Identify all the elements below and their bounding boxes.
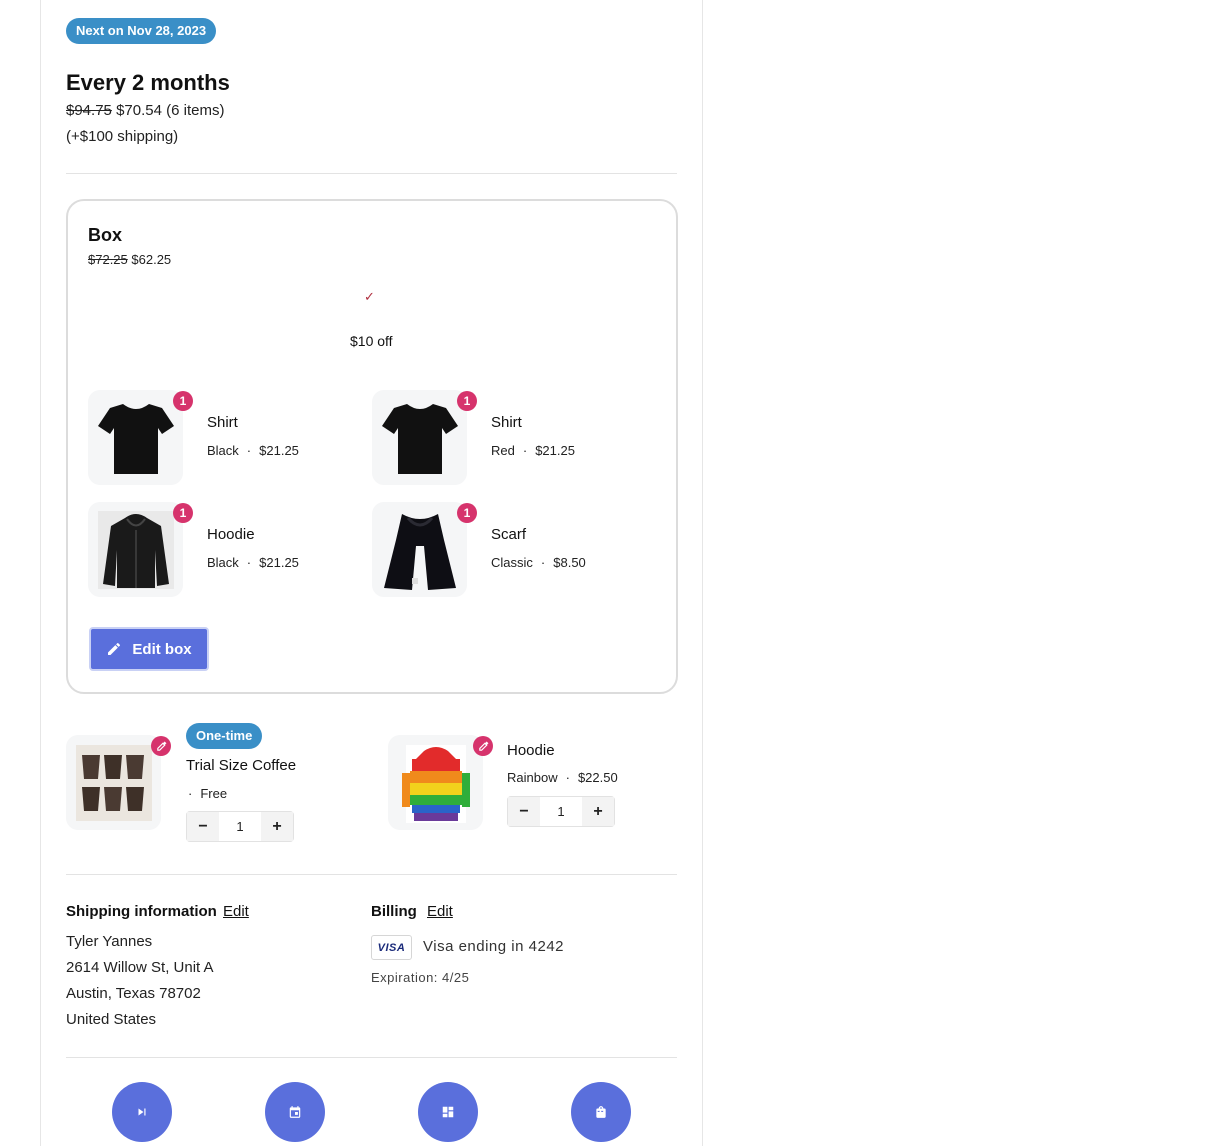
box-title: Box bbox=[88, 225, 123, 245]
address-line: 2614 Willow St, Unit A bbox=[66, 959, 214, 976]
shopping-bag-icon bbox=[596, 1106, 606, 1118]
addon-name: Hoodie bbox=[507, 742, 555, 759]
card-expiration: Expiration: 4/25 bbox=[371, 970, 470, 985]
addon-thumbnail[interactable] bbox=[388, 735, 483, 830]
decrement-button[interactable]: − bbox=[508, 797, 540, 826]
edit-box-button[interactable]: Edit box bbox=[89, 627, 209, 671]
current-price: $70.54 (6 items) bbox=[116, 102, 225, 119]
item-thumbnail[interactable] bbox=[88, 502, 183, 597]
pencil-icon bbox=[108, 642, 121, 655]
tshirt-icon bbox=[381, 403, 458, 474]
check-icon: ✓ bbox=[364, 289, 375, 304]
box-original-price: $72.25 bbox=[88, 252, 128, 267]
next-order-badge: Next on Nov 28, 2023 bbox=[66, 18, 217, 44]
item-name: Scarf bbox=[491, 526, 527, 543]
edit-icon[interactable] bbox=[473, 736, 493, 756]
divider bbox=[66, 173, 677, 174]
coffee-bags-icon bbox=[75, 744, 152, 821]
quantity-value[interactable]: 1 bbox=[540, 797, 582, 826]
shipping-title: Shipping information bbox=[66, 903, 217, 920]
shipping-cost: (+$100 shipping) bbox=[66, 128, 179, 145]
edit-billing-link[interactable]: Edit bbox=[427, 903, 453, 920]
increment-button[interactable]: + bbox=[261, 812, 293, 841]
item-meta: Black · $21.25 bbox=[207, 443, 299, 458]
billing-title: Billing bbox=[371, 903, 417, 920]
visa-card-icon: VISA bbox=[371, 935, 412, 960]
quantity-value[interactable]: 1 bbox=[219, 812, 261, 841]
reschedule-button[interactable] bbox=[265, 1082, 325, 1142]
quantity-badge: 1 bbox=[457, 503, 477, 523]
item-name: Shirt bbox=[491, 414, 522, 431]
item-meta: Red · $21.25 bbox=[491, 443, 575, 458]
item-price: $21.25 bbox=[259, 555, 299, 570]
edit-icon[interactable] bbox=[151, 736, 171, 756]
divider bbox=[66, 1057, 677, 1058]
manage-button[interactable] bbox=[418, 1082, 478, 1142]
addon-price: $22.50 bbox=[577, 770, 618, 785]
subscription-price: $94.75 $70.54 (6 items) bbox=[66, 102, 224, 119]
item-meta: Classic · $8.50 bbox=[491, 555, 586, 570]
address-line: Tyler Yannes bbox=[66, 933, 153, 950]
addon-thumbnail[interactable] bbox=[66, 735, 161, 830]
quantity-badge: 1 bbox=[173, 391, 193, 411]
item-variant: Red bbox=[491, 443, 515, 458]
skip-next-icon bbox=[138, 1108, 146, 1116]
addon-meta: · Free bbox=[188, 786, 228, 801]
one-time-badge: One-time bbox=[186, 723, 263, 749]
address-line: Austin, Texas 78702 bbox=[66, 985, 201, 1002]
box-current-price: $62.25 bbox=[131, 252, 172, 267]
addon-price: Free bbox=[200, 786, 228, 801]
box-price: $72.25 $62.25 bbox=[88, 252, 171, 267]
tshirt-icon bbox=[97, 403, 174, 474]
edit-shipping-link[interactable]: Edit bbox=[223, 903, 249, 920]
divider bbox=[66, 874, 677, 875]
rainbow-jacket-icon bbox=[401, 744, 470, 823]
quantity-stepper: − 1 + bbox=[186, 811, 294, 842]
addon-name: Trial Size Coffee bbox=[186, 757, 297, 774]
addon-meta: Rainbow · $22.50 bbox=[507, 770, 618, 785]
item-thumbnail[interactable] bbox=[372, 502, 467, 597]
addon-variant: Rainbow bbox=[507, 770, 558, 785]
skip-next-button[interactable] bbox=[112, 1082, 172, 1142]
quantity-badge: 1 bbox=[457, 391, 477, 411]
item-thumbnail[interactable] bbox=[372, 390, 467, 485]
item-name: Shirt bbox=[207, 414, 238, 431]
discount-label: $10 off bbox=[350, 333, 393, 349]
scarf-icon bbox=[383, 513, 456, 590]
item-variant: Black bbox=[207, 443, 239, 458]
item-variant: Black bbox=[207, 555, 239, 570]
calendar-icon bbox=[289, 1106, 301, 1118]
item-name: Hoodie bbox=[207, 526, 255, 543]
quantity-stepper: − 1 + bbox=[507, 796, 615, 827]
hoodie-icon bbox=[97, 510, 174, 589]
item-meta: Black · $21.25 bbox=[207, 555, 299, 570]
item-variant: Classic bbox=[491, 555, 533, 570]
edit-box-label: Edit box bbox=[132, 640, 192, 658]
item-price: $21.25 bbox=[535, 443, 575, 458]
order-now-button[interactable] bbox=[571, 1082, 631, 1142]
frequency-title: Every 2 months bbox=[66, 70, 230, 95]
item-thumbnail[interactable] bbox=[88, 390, 183, 485]
item-price: $21.25 bbox=[259, 443, 299, 458]
quantity-badge: 1 bbox=[173, 503, 193, 523]
address-line: United States bbox=[66, 1011, 157, 1028]
item-price: $8.50 bbox=[553, 555, 586, 570]
decrement-button[interactable]: − bbox=[187, 812, 219, 841]
dashboard-icon bbox=[442, 1106, 454, 1118]
original-price: $94.75 bbox=[66, 102, 112, 119]
card-description: Visa ending in 4242 bbox=[423, 938, 564, 955]
increment-button[interactable]: + bbox=[582, 797, 614, 826]
